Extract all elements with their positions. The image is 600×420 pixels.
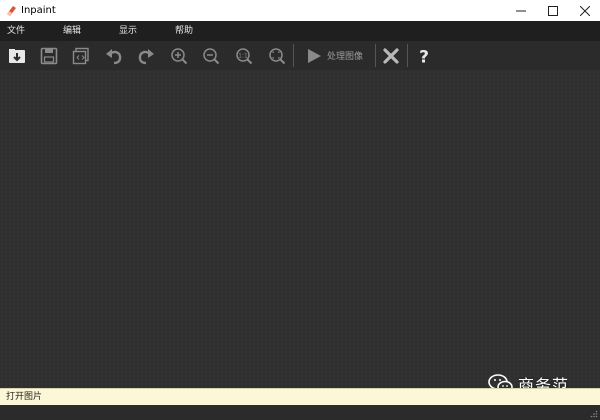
- zoom-in-button[interactable]: [164, 41, 194, 70]
- minimize-button[interactable]: [505, 0, 536, 21]
- menu-view[interactable]: 显示: [119, 26, 137, 37]
- save-as-button[interactable]: [66, 41, 96, 70]
- menu-edit[interactable]: 编辑: [63, 26, 81, 37]
- clear-icon: [383, 47, 399, 64]
- undo-button[interactable]: [99, 41, 129, 70]
- open-icon: [9, 48, 25, 63]
- close-button[interactable]: [569, 0, 600, 21]
- actual-size-button[interactable]: 1:1: [229, 41, 259, 70]
- menu-bar: 文件 编辑 显示 帮助: [0, 21, 600, 42]
- svg-text:1:1: 1:1: [238, 52, 248, 59]
- save-icon: [40, 47, 58, 64]
- fit-window-icon: [269, 47, 286, 64]
- resize-grip-icon[interactable]: [590, 410, 598, 418]
- help-icon: ?: [419, 47, 429, 65]
- app-eraser-icon: [7, 6, 16, 16]
- menu-help[interactable]: 帮助: [175, 26, 193, 37]
- title-bar: Inpaint: [0, 0, 600, 21]
- open-button[interactable]: [2, 41, 32, 70]
- redo-icon: [138, 48, 154, 64]
- minimize-icon: [515, 10, 526, 11]
- svg-text:?: ?: [419, 47, 429, 65]
- clear-button[interactable]: [376, 41, 406, 70]
- fit-window-button[interactable]: [262, 41, 292, 70]
- zoom-in-icon: [171, 47, 188, 64]
- maximize-button[interactable]: [537, 0, 568, 21]
- status-text: 打开图片: [6, 392, 43, 402]
- toolbar-separator: [407, 44, 408, 67]
- actual-size-icon: 1:1: [236, 47, 253, 64]
- save-as-icon: [72, 47, 89, 64]
- bottom-strip: [0, 405, 600, 420]
- zoom-out-button[interactable]: [196, 41, 226, 70]
- toolbar: 1:1 处理图像 ?: [0, 41, 600, 71]
- play-icon: [308, 48, 321, 63]
- close-icon: [579, 5, 590, 16]
- undo-icon: [106, 48, 122, 64]
- save-button[interactable]: [34, 41, 64, 70]
- window-title: Inpaint: [21, 5, 56, 16]
- status-bar: 打开图片: [0, 388, 600, 405]
- redo-button[interactable]: [131, 41, 161, 70]
- process-image-button[interactable]: 处理图像: [297, 42, 373, 69]
- process-image-label: 处理图像: [327, 52, 364, 62]
- maximize-icon: [547, 5, 558, 16]
- zoom-out-icon: [203, 47, 220, 64]
- help-button[interactable]: ?: [409, 41, 439, 70]
- image-canvas[interactable]: [0, 70, 600, 388]
- toolbar-separator: [293, 44, 294, 67]
- menu-file[interactable]: 文件: [7, 26, 25, 37]
